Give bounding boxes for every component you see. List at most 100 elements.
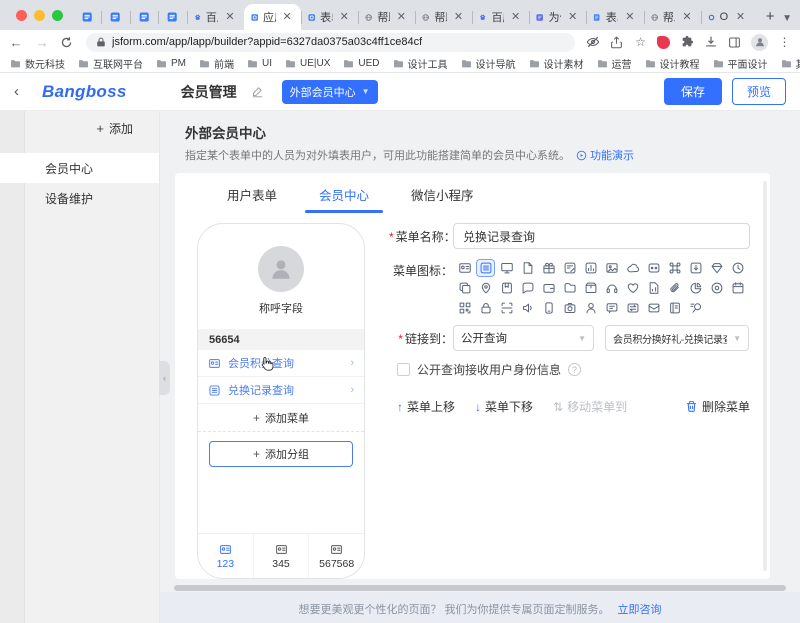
browser-tab[interactable]: 帮助✕ — [644, 4, 701, 30]
icon-option-pie-chart[interactable] — [686, 279, 705, 297]
close-tab-icon[interactable]: ✕ — [680, 11, 693, 24]
icon-option-location[interactable] — [476, 279, 495, 297]
icon-option-copy[interactable] — [455, 279, 474, 297]
icon-option-folder[interactable] — [560, 279, 579, 297]
browser-tab[interactable]: 表单✕ — [301, 4, 358, 30]
icon-option-camera[interactable] — [560, 299, 579, 317]
browser-tab[interactable]: Onl✕ — [701, 4, 755, 30]
pinned-browser-tab[interactable] — [73, 4, 101, 30]
browser-tab[interactable]: 百度✕ — [187, 4, 244, 30]
preview-button[interactable]: 预览 — [732, 78, 786, 105]
bookmark-item[interactable]: 互联网平台 — [78, 56, 143, 71]
eye-off-icon[interactable] — [585, 35, 600, 50]
bookmark-item[interactable]: 设计素材 — [529, 56, 584, 71]
close-tab-icon[interactable]: ✕ — [734, 11, 747, 24]
icon-option-gift[interactable] — [539, 259, 558, 277]
bangboss-logo[interactable]: Bangboss — [42, 82, 127, 102]
sidebar-item-active[interactable]: 会员中心 — [0, 153, 159, 183]
icon-option-user[interactable] — [581, 299, 600, 317]
icon-option-calendar[interactable] — [728, 279, 747, 297]
phone-menu-item[interactable]: 会员积分查询› — [198, 350, 364, 377]
icon-option-gem[interactable] — [707, 259, 726, 277]
icon-option-message[interactable] — [602, 299, 621, 317]
icon-option-badge-face[interactable] — [644, 259, 663, 277]
horizontal-scrollbar[interactable] — [172, 584, 788, 592]
icon-option-download-box[interactable] — [686, 259, 705, 277]
link-target-select[interactable]: 会员积分换好礼-兑换记录查询 ▼ — [605, 325, 749, 351]
close-tab-icon[interactable]: ✕ — [281, 11, 294, 24]
zoom-window-icon[interactable] — [52, 10, 63, 21]
icon-option-cloud[interactable] — [623, 259, 642, 277]
edit-title-pencil-icon[interactable] — [251, 85, 264, 98]
icon-option-qr-code[interactable] — [455, 299, 474, 317]
bookmark-item[interactable]: 设计教程 — [645, 56, 700, 71]
icon-option-scan[interactable] — [497, 299, 516, 317]
new-tab-button[interactable]: + — [758, 4, 782, 28]
close-tab-icon[interactable]: ✕ — [452, 11, 465, 24]
move-menu-down-button[interactable]: ↓ 菜单下移 — [475, 398, 533, 415]
icon-option-chart[interactable] — [581, 259, 600, 277]
bookmark-item[interactable]: UED — [343, 58, 379, 69]
save-button[interactable]: 保存 — [664, 78, 722, 105]
phone-bottom-tab[interactable]: 567568 — [308, 534, 364, 578]
bookmark-item[interactable]: 运营 — [597, 56, 632, 71]
scene-selector-pill[interactable]: 外部会员中心 ▼ — [282, 80, 378, 104]
add-scene-button[interactable]: + 添加 — [0, 111, 159, 145]
icon-option-list-selected[interactable] — [476, 259, 495, 277]
add-group-button[interactable]: + 添加分组 — [209, 441, 353, 467]
window-controls[interactable] — [10, 0, 73, 30]
bookmark-item[interactable]: 平面设计 — [713, 56, 768, 71]
bookmark-item[interactable]: 前端 — [199, 56, 234, 71]
icon-option-package[interactable] — [581, 279, 600, 297]
icon-option-command[interactable] — [665, 259, 684, 277]
back-icon[interactable]: ← — [8, 35, 24, 50]
icon-option-report[interactable] — [644, 279, 663, 297]
icon-option-headset[interactable] — [602, 279, 621, 297]
icon-option-file[interactable] — [518, 259, 537, 277]
phone-bottom-tab-active[interactable]: 123 — [198, 534, 253, 578]
browser-tab[interactable]: 为何✕ — [529, 4, 586, 30]
downloads-icon[interactable] — [703, 35, 718, 50]
close-window-icon[interactable] — [16, 10, 27, 21]
bookmark-item[interactable]: UI — [247, 58, 272, 69]
close-tab-icon[interactable]: ✕ — [566, 11, 579, 24]
icon-option-heart[interactable] — [623, 279, 642, 297]
help-question-icon[interactable]: ? — [568, 363, 581, 376]
horizontal-scrollbar-thumb[interactable] — [174, 585, 786, 591]
bookmark-item[interactable]: 数元科技 — [10, 56, 65, 71]
icon-option-disc[interactable] — [707, 279, 726, 297]
icon-option-chat[interactable] — [518, 279, 537, 297]
reload-icon[interactable] — [60, 36, 76, 49]
browser-tab[interactable]: 帮助✕ — [358, 4, 415, 30]
close-tab-icon[interactable]: ✕ — [338, 11, 351, 24]
pinned-browser-tab[interactable] — [101, 4, 129, 30]
huaban-extension-icon[interactable] — [657, 36, 670, 49]
browser-profile-avatar[interactable] — [751, 34, 768, 51]
icon-option-paperclip[interactable] — [665, 279, 684, 297]
icon-option-transfer[interactable] — [623, 299, 642, 317]
sidebar-collapse-handle[interactable]: ‹ — [159, 361, 170, 395]
close-tab-icon[interactable]: ✕ — [223, 11, 236, 24]
extensions-puzzle-icon[interactable] — [679, 35, 694, 50]
menu-name-input[interactable]: 兑换记录查询 — [453, 223, 750, 249]
browser-tab[interactable]: 表单✕ — [586, 4, 643, 30]
phone-menu-item[interactable]: 兑换记录查询› — [198, 377, 364, 404]
browser-tab[interactable]: 帮助✕ — [415, 4, 472, 30]
bookmark-item[interactable]: 设计导航 — [461, 56, 516, 71]
close-tab-icon[interactable]: ✕ — [623, 11, 636, 24]
browser-tab[interactable]: 百度✕ — [472, 4, 529, 30]
consult-now-link[interactable]: 立即咨询 — [618, 601, 662, 617]
card-tab-inactive[interactable]: 用户表单 — [213, 183, 291, 213]
card-tab-active[interactable]: 会员中心 — [305, 183, 383, 213]
menu-group-title[interactable]: 56654 — [198, 329, 364, 350]
card-tab-inactive[interactable]: 微信小程序 — [397, 183, 488, 213]
browser-tab-active[interactable]: 应用✕ — [244, 4, 301, 30]
icon-option-speaker[interactable] — [518, 299, 537, 317]
pinned-browser-tab[interactable] — [130, 4, 158, 30]
icon-option-search[interactable] — [686, 299, 705, 317]
delete-menu-button[interactable]: 删除菜单 — [685, 398, 750, 415]
move-menu-to-button[interactable]: ⇅ 移动菜单到 — [553, 398, 627, 415]
move-menu-up-button[interactable]: ↑ 菜单上移 — [397, 398, 455, 415]
sidebar-item-inactive[interactable]: 设备维护 — [0, 183, 159, 213]
feature-demo-link[interactable]: 功能演示 — [576, 147, 634, 163]
